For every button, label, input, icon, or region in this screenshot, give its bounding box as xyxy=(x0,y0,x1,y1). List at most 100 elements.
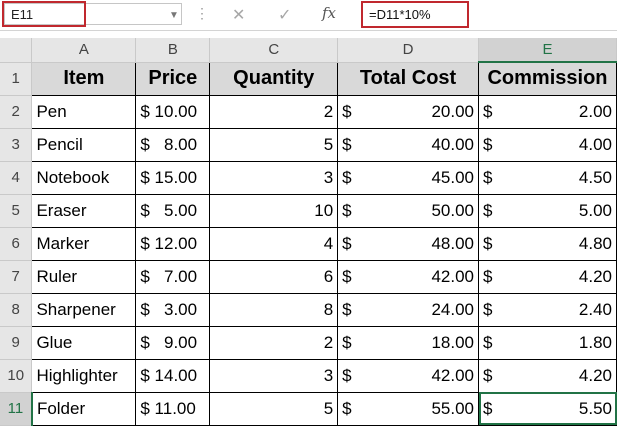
accounting-value: $4.00 xyxy=(483,135,612,155)
price-cell[interactable]: $ 3.00 xyxy=(135,292,211,327)
row-header[interactable]: 6 xyxy=(0,227,33,261)
commission-cell[interactable]: $4.20 xyxy=(478,259,617,294)
accounting-value: $2.00 xyxy=(483,102,612,122)
price-cell[interactable]: $ 8.00 xyxy=(135,127,211,162)
commission-cell[interactable]: $1.80 xyxy=(478,325,617,360)
header-cell-price[interactable]: Price xyxy=(135,61,211,96)
row-header[interactable]: 3 xyxy=(0,128,33,162)
row-header[interactable]: 4 xyxy=(0,161,33,195)
total-cost-cell[interactable]: $24.00 xyxy=(337,292,479,327)
total-cost-cell[interactable]: $45.00 xyxy=(337,160,479,195)
quantity-cell[interactable]: 2 xyxy=(209,94,339,129)
commission-cell[interactable]: $2.40 xyxy=(478,292,617,327)
select-all-corner[interactable] xyxy=(0,38,33,63)
item-cell[interactable]: Ruler xyxy=(31,259,137,294)
column-header-a[interactable]: A xyxy=(31,38,137,63)
currency-symbol: $ xyxy=(342,233,352,253)
total-cost-value: 20.00 xyxy=(431,101,474,121)
column-header-e[interactable]: E xyxy=(478,38,617,63)
quantity-cell[interactable]: 3 xyxy=(209,358,339,393)
accounting-value: $42.00 xyxy=(342,267,474,287)
price-cell[interactable]: $ 7.00 xyxy=(135,259,211,294)
commission-value: 4.80 xyxy=(578,233,612,253)
commission-value: 1.80 xyxy=(578,332,612,352)
quantity-cell[interactable]: 8 xyxy=(209,292,339,327)
currency-symbol: $ xyxy=(483,365,493,385)
item-cell[interactable]: Eraser xyxy=(31,193,137,228)
commission-value: 5.50 xyxy=(578,398,612,418)
commission-cell[interactable]: $4.20 xyxy=(478,358,617,393)
quantity-cell[interactable]: 5 xyxy=(209,127,339,162)
column-header-c[interactable]: C xyxy=(209,38,339,63)
table-row: 9 Glue $ 9.00 2 $18.00 $1.80 xyxy=(0,325,617,360)
total-cost-cell[interactable]: $50.00 xyxy=(337,193,479,228)
row-header[interactable]: 10 xyxy=(0,359,33,393)
table-row: 7 Ruler $ 7.00 6 $42.00 $4.20 xyxy=(0,259,617,294)
row-header[interactable]: 8 xyxy=(0,293,33,327)
commission-cell[interactable]: $5.50 xyxy=(478,391,617,426)
header-cell-total-cost[interactable]: Total Cost xyxy=(337,61,479,96)
commission-value: 2.40 xyxy=(578,299,612,319)
price-cell[interactable]: $ 15.00 xyxy=(135,160,211,195)
quantity-cell[interactable]: 5 xyxy=(209,391,339,426)
total-cost-cell[interactable]: $48.00 xyxy=(337,226,479,261)
row-header[interactable]: 5 xyxy=(0,194,33,228)
header-cell-quantity[interactable]: Quantity xyxy=(209,61,339,96)
item-cell[interactable]: Marker xyxy=(31,226,137,261)
table-row: 4 Notebook $ 15.00 3 $45.00 $4.50 xyxy=(0,160,617,195)
table-row: 5 Eraser $ 5.00 10 $50.00 $5.00 xyxy=(0,193,617,228)
item-cell[interactable]: Glue xyxy=(31,325,137,360)
accounting-value: $50.00 xyxy=(342,201,474,221)
row-header[interactable]: 2 xyxy=(0,95,33,129)
total-cost-cell[interactable]: $55.00 xyxy=(337,391,479,426)
price-cell[interactable]: $ 5.00 xyxy=(135,193,211,228)
cancel-icon[interactable]: ✕ xyxy=(232,5,245,25)
accounting-value: $5.50 xyxy=(483,399,612,419)
quantity-cell[interactable]: 2 xyxy=(209,325,339,360)
row-header[interactable]: 11 xyxy=(0,392,33,426)
item-cell[interactable]: Sharpener xyxy=(31,292,137,327)
row-header[interactable]: 9 xyxy=(0,326,33,360)
quantity-cell[interactable]: 6 xyxy=(209,259,339,294)
quantity-cell[interactable]: 3 xyxy=(209,160,339,195)
quantity-cell[interactable]: 10 xyxy=(209,193,339,228)
row-header[interactable]: 7 xyxy=(0,260,33,294)
total-cost-value: 40.00 xyxy=(431,134,474,154)
total-cost-cell[interactable]: $18.00 xyxy=(337,325,479,360)
price-cell[interactable]: $ 9.00 xyxy=(135,325,211,360)
quantity-cell[interactable]: 4 xyxy=(209,226,339,261)
formula-bar: E11 ▼ ⋮ ✕ ✓ fx =D11*10% xyxy=(0,0,617,31)
commission-cell[interactable]: $5.00 xyxy=(478,193,617,228)
item-cell[interactable]: Notebook xyxy=(31,160,137,195)
header-cell-item[interactable]: Item xyxy=(31,61,137,96)
accounting-value: $55.00 xyxy=(342,399,474,419)
commission-cell[interactable]: $2.00 xyxy=(478,94,617,129)
insert-function-icon[interactable]: fx xyxy=(322,4,336,22)
commission-cell[interactable]: $4.00 xyxy=(478,127,617,162)
total-cost-cell[interactable]: $20.00 xyxy=(337,94,479,129)
header-cell-commission[interactable]: Commission xyxy=(478,61,617,96)
column-header-d[interactable]: D xyxy=(337,38,479,63)
chevron-down-icon[interactable]: ▼ xyxy=(169,10,179,21)
total-cost-cell[interactable]: $40.00 xyxy=(337,127,479,162)
item-cell[interactable]: Pen xyxy=(31,94,137,129)
formula-highlight xyxy=(361,1,469,28)
commission-cell[interactable]: $4.50 xyxy=(478,160,617,195)
total-cost-cell[interactable]: $42.00 xyxy=(337,358,479,393)
total-cost-cell[interactable]: $42.00 xyxy=(337,259,479,294)
price-cell[interactable]: $ 11.00 xyxy=(135,391,211,426)
commission-cell[interactable]: $4.80 xyxy=(478,226,617,261)
total-cost-value: 42.00 xyxy=(431,365,474,385)
item-cell[interactable]: Folder xyxy=(31,391,137,426)
column-header-b[interactable]: B xyxy=(135,38,211,63)
more-options-icon[interactable]: ⋮ xyxy=(195,5,209,22)
price-cell[interactable]: $ 10.00 xyxy=(135,94,211,129)
total-cost-value: 50.00 xyxy=(431,200,474,220)
price-cell[interactable]: $ 12.00 xyxy=(135,226,211,261)
accounting-value: $42.00 xyxy=(342,366,474,386)
row-header[interactable]: 1 xyxy=(0,62,33,96)
item-cell[interactable]: Highlighter xyxy=(31,358,137,393)
item-cell[interactable]: Pencil xyxy=(31,127,137,162)
price-cell[interactable]: $ 14.00 xyxy=(135,358,211,393)
enter-icon[interactable]: ✓ xyxy=(278,5,291,25)
